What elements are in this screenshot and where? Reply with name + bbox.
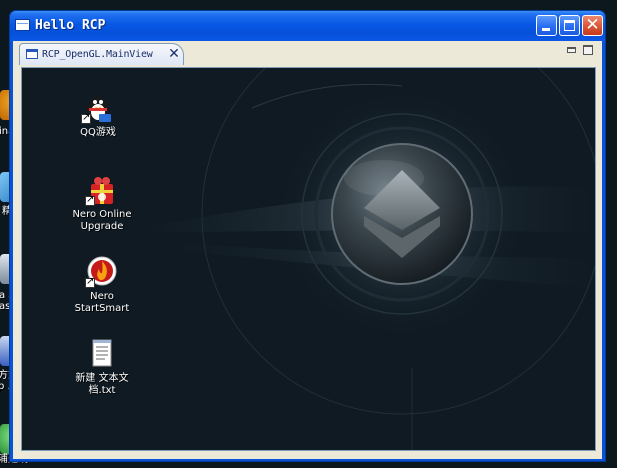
window-title: Hello RCP	[35, 18, 106, 33]
desktop-icon-nero-upgrade[interactable]: Nero Online Upgrade	[58, 172, 146, 233]
nero-startsmart-icon	[85, 254, 119, 288]
desktop-icon-label: Nero Online Upgrade	[72, 209, 132, 232]
view-maximize-icon[interactable]	[583, 45, 593, 55]
tab-label: RCP_OpenGL.MainView	[42, 49, 153, 60]
tab-close-icon[interactable]: ✕	[167, 46, 181, 62]
app-window: Hello RCP ✕ RCP_OpenGL.MainView ✕ ↗ QQ游戏…	[9, 10, 606, 462]
desktop-icon-nero-startsmart[interactable]: Nero StartSmart	[58, 254, 146, 315]
shortcut-arrow-icon	[85, 276, 95, 288]
minimize-button[interactable]	[536, 15, 557, 36]
shortcut-arrow-icon	[85, 194, 95, 206]
maximize-button[interactable]	[559, 15, 580, 36]
desktop-icon-label: Nero StartSmart	[74, 291, 130, 314]
window-titlebar[interactable]: Hello RCP ✕	[10, 11, 605, 41]
shortcut-arrow-icon	[81, 112, 91, 124]
view-minimize-icon[interactable]	[567, 47, 576, 53]
notepad-icon	[92, 339, 112, 367]
opengl-canvas[interactable]: QQ游戏 Nero Online Upgrade	[21, 67, 596, 451]
window-client-area: RCP_OpenGL.MainView ✕ ↗ QQ游戏 ↗ Nero Onli…	[13, 41, 602, 459]
window-icon	[15, 19, 30, 31]
close-icon: ✕	[585, 15, 600, 35]
qq-game-icon	[81, 90, 115, 124]
close-button[interactable]: ✕	[582, 15, 603, 36]
nero-upgrade-icon	[85, 172, 119, 206]
text-document-icon	[85, 336, 119, 370]
desktop-icon-text-file[interactable]: 新建 文本文 档.txt	[58, 336, 146, 397]
desktop-icon-label: 新建 文本文 档.txt	[75, 373, 129, 396]
maximize-icon	[564, 20, 575, 31]
tab-main-view[interactable]: RCP_OpenGL.MainView ✕	[19, 43, 184, 65]
desktop-icon-label: QQ游戏	[80, 127, 116, 138]
view-icon	[26, 49, 38, 59]
view-tab-bar: RCP_OpenGL.MainView ✕	[17, 43, 598, 65]
minimize-icon	[542, 28, 550, 31]
desktop-icon-qq-game[interactable]: QQ游戏	[54, 90, 142, 139]
